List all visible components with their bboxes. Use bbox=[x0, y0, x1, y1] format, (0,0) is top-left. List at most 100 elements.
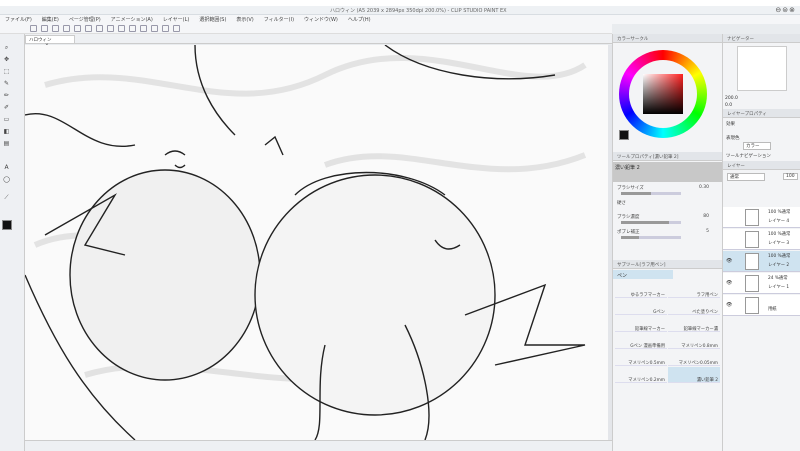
open-icon[interactable] bbox=[52, 25, 59, 32]
crop-icon[interactable] bbox=[118, 25, 125, 32]
snap-ruler-icon[interactable] bbox=[151, 25, 158, 32]
effect-label: 効果 bbox=[726, 122, 735, 127]
menu-filter[interactable]: フィルター(I) bbox=[264, 16, 294, 23]
layer-mode: 100 %通常 bbox=[768, 210, 791, 215]
layer-name: レイヤー 4 bbox=[768, 219, 790, 224]
brush-size-value[interactable]: 0.30 bbox=[699, 185, 709, 190]
menu-page[interactable]: ページ管理(P) bbox=[69, 16, 101, 23]
brush-item[interactable]: 濃い鉛筆 2 bbox=[668, 367, 720, 383]
brush-item[interactable]: マメリペン0.5mm bbox=[615, 350, 667, 366]
window-controls[interactable]: ⊖⊜⊗ bbox=[775, 6, 796, 14]
menu-window[interactable]: ウィンドウ(W) bbox=[304, 16, 338, 23]
drawing-canvas[interactable] bbox=[25, 45, 608, 440]
menu-file[interactable]: ファイル(F) bbox=[5, 16, 32, 23]
blend-mode-select[interactable]: 通常 bbox=[727, 173, 765, 181]
stabilization-slider[interactable] bbox=[621, 236, 681, 239]
layer-row[interactable]: 100 %通常 レイヤー 3 bbox=[723, 229, 800, 250]
eyedropper-tool-icon[interactable]: ⟋ bbox=[2, 194, 11, 202]
layer-property-tab[interactable]: レイヤープロパティ bbox=[723, 109, 800, 118]
layer-name: レイヤー 3 bbox=[768, 241, 790, 246]
brush-item[interactable]: Gペン 漫画準備用 bbox=[615, 333, 667, 349]
tool-property-tab[interactable]: ツールプロパティ[濃い鉛筆 2] bbox=[613, 152, 722, 161]
hue-ring[interactable] bbox=[619, 50, 707, 138]
brush-size-slider[interactable] bbox=[621, 192, 681, 195]
redo-icon[interactable] bbox=[85, 25, 92, 32]
brush-item[interactable]: マメリペン0.8mm bbox=[668, 333, 720, 349]
hardness-row[interactable]: 硬さ bbox=[617, 200, 717, 206]
fill-icon[interactable] bbox=[140, 25, 147, 32]
layer-row[interactable]: 👁 用紙 bbox=[723, 295, 800, 316]
menu-edit[interactable]: 編集(E) bbox=[42, 16, 59, 23]
sub-tool-tab[interactable]: サブツール[ラフ用ペン] bbox=[613, 260, 722, 269]
save-icon[interactable] bbox=[63, 25, 70, 32]
visibility-eye-icon[interactable]: 👁 bbox=[726, 280, 732, 286]
new-icon[interactable] bbox=[41, 25, 48, 32]
sub-tool-group-pen[interactable]: ペン bbox=[613, 270, 673, 279]
navigator-angle[interactable]: 0.0 bbox=[725, 103, 732, 108]
layer-panel: レイヤー 通常 100 100 %通常 レイヤー 4 100 %通常 レイヤー 3 👁 1… bbox=[722, 161, 800, 451]
brush-item[interactable]: マメリペン0.2mm bbox=[615, 367, 667, 383]
menu-view[interactable]: 表示(V) bbox=[236, 16, 253, 23]
clear-icon[interactable] bbox=[96, 25, 103, 32]
layer-tab[interactable]: レイヤー bbox=[723, 161, 800, 170]
layer-property-panel: レイヤープロパティ 効果 表現色 カラー ツールナビゲーション bbox=[722, 109, 800, 161]
brush-tool-icon[interactable]: ✐ bbox=[2, 104, 11, 112]
deselect-icon[interactable] bbox=[107, 25, 114, 32]
zoom-tool-icon[interactable]: ⌕ bbox=[2, 44, 11, 52]
document-tab[interactable]: ハロウィン × bbox=[25, 35, 75, 48]
layer-opacity[interactable]: 100 bbox=[783, 173, 798, 180]
layer-thumbnail bbox=[745, 209, 759, 226]
brush-item[interactable]: マメリペン0.05mm bbox=[668, 350, 720, 366]
layer-name: レイヤー 2 bbox=[768, 263, 790, 268]
layer-row[interactable]: 👁 100 %通常 レイヤー 2 bbox=[723, 251, 800, 272]
stabilization-row[interactable]: ポブレ補正 5 bbox=[617, 229, 717, 235]
navigator-tab[interactable]: ナビゲーター bbox=[723, 34, 800, 43]
menu-layer[interactable]: レイヤー(L) bbox=[163, 16, 190, 23]
brush-item[interactable]: ラフ用ペン bbox=[668, 282, 720, 298]
brush-density-slider[interactable] bbox=[621, 221, 681, 224]
title-bar: ハロウィン (A5 2039 x 2894px 350dpi 200.0%) -… bbox=[0, 6, 800, 15]
select-tool-icon[interactable]: ⬚ bbox=[2, 68, 11, 76]
brush-size-row[interactable]: ブラシサイズ 0.30 bbox=[617, 185, 717, 191]
pen-tool-icon[interactable]: ✎ bbox=[2, 80, 11, 88]
pencil-tool-icon[interactable]: ✏ bbox=[2, 92, 11, 100]
snap-grid-icon[interactable] bbox=[162, 25, 169, 32]
main-color-swatch[interactable] bbox=[2, 220, 12, 230]
undo-icon[interactable] bbox=[74, 25, 81, 32]
navigator-preview[interactable] bbox=[737, 46, 787, 91]
brush-size-label: ブラシサイズ bbox=[617, 186, 644, 191]
layer-thumbnail bbox=[745, 275, 759, 292]
layer-row[interactable]: 100 %通常 レイヤー 4 bbox=[723, 207, 800, 228]
menu-help[interactable]: ヘルプ(H) bbox=[348, 16, 371, 23]
text-tool-icon[interactable]: A bbox=[2, 164, 11, 172]
visibility-eye-icon[interactable]: 👁 bbox=[726, 258, 732, 264]
eraser-tool-icon[interactable]: ▭ bbox=[2, 116, 11, 124]
balloon-tool-icon[interactable]: ◯ bbox=[2, 176, 11, 184]
layer-mode: 100 %通常 bbox=[768, 254, 791, 259]
menu-animation[interactable]: アニメーション(A) bbox=[111, 16, 153, 23]
navigator-zoom[interactable]: 200.0 bbox=[725, 96, 738, 101]
saturation-value-square[interactable] bbox=[643, 74, 683, 114]
brush-item[interactable]: 鉛筆線マーカー bbox=[615, 316, 667, 332]
move-tool-icon[interactable]: ✥ bbox=[2, 56, 11, 64]
gradient-tool-icon[interactable]: ▤ bbox=[2, 140, 11, 148]
brush-density-row[interactable]: ブラシ濃度 80 bbox=[617, 214, 717, 220]
main-color-swatch[interactable] bbox=[619, 130, 629, 140]
help-icon[interactable] bbox=[173, 25, 180, 32]
stabilization-value[interactable]: 5 bbox=[706, 229, 709, 234]
brush-density-value[interactable]: 80 bbox=[703, 214, 709, 219]
brush-item[interactable]: Gペン bbox=[615, 299, 667, 315]
color-wheel-tab[interactable]: カラーサークル bbox=[613, 34, 722, 43]
brush-item[interactable]: 鉛筆線マーカー濃 bbox=[668, 316, 720, 332]
menu-bar: ファイル(F) 編集(E) ページ管理(P) アニメーション(A) レイヤー(L… bbox=[0, 15, 800, 24]
brush-item[interactable]: ゆるラフマーカー bbox=[615, 282, 667, 298]
fill-tool-icon[interactable]: ◧ bbox=[2, 128, 11, 136]
expression-color-select[interactable]: カラー bbox=[743, 142, 771, 150]
transform-icon[interactable] bbox=[129, 25, 136, 32]
menu-selection[interactable]: 選択範囲(S) bbox=[199, 16, 226, 23]
sub-tool-panel: サブツール[ラフ用ペン] ペン ゆるラフマーカー ラフ用ペン Gペン べた塗りペン 鉛筆… bbox=[612, 260, 722, 451]
clip-studio-icon[interactable] bbox=[30, 25, 37, 32]
visibility-eye-icon[interactable]: 👁 bbox=[726, 302, 732, 308]
layer-row[interactable]: 👁 24 %通常 レイヤー 1 bbox=[723, 273, 800, 294]
brush-item[interactable]: べた塗りペン bbox=[668, 299, 720, 315]
